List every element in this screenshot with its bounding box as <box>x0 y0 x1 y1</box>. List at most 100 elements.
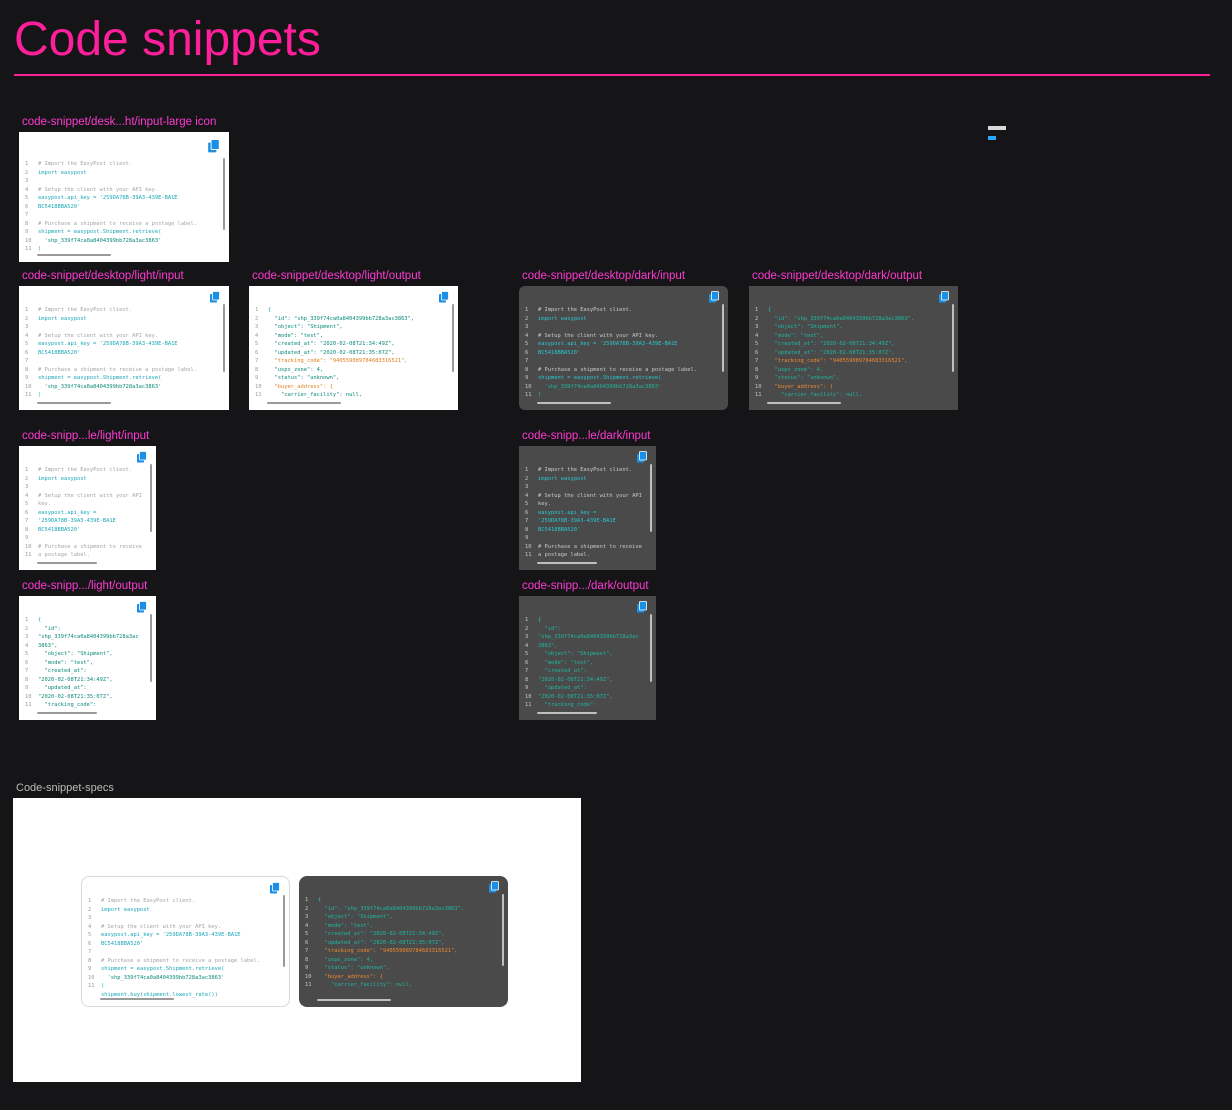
line-number: 6 <box>755 349 759 356</box>
frame-label-large-icon[interactable]: code-snippet/desk...ht/input-large icon <box>22 116 216 128</box>
horizontal-scrollbar[interactable] <box>767 402 841 404</box>
code-line: 10 'shp_339f74ca0a8404399bb728a3ac3863' <box>525 383 714 392</box>
horizontal-scrollbar[interactable] <box>37 254 111 256</box>
code-lines[interactable]: 1{2 "id": 3 "shp_339f74ca0a8404399bb728a3a… <box>25 616 142 710</box>
code-snippet-spec-light-input[interactable]: 1 # Import the EasyPost client. 2 import ea… <box>81 876 290 1007</box>
horizontal-scrollbar[interactable] <box>317 999 391 1001</box>
horizontal-scrollbar[interactable] <box>537 402 611 404</box>
code-snippet-desktop-dark-output[interactable]: 1{2 "id": "shp_339f74ca0a8404399bb728a3a… <box>749 286 958 410</box>
code-snippet-desktop-light-input[interactable]: 1 # Import the EasyPost client. 2 import ea… <box>19 286 229 410</box>
code-lines[interactable]: 1 # Import the EasyPost client. 2 import ea… <box>25 160 215 254</box>
line-number: 10 <box>305 973 312 980</box>
line-number: 5 <box>25 195 29 201</box>
vertical-scrollbar[interactable] <box>150 464 152 532</box>
code-snippet-desktop-light-output[interactable]: 1{2 "id": "shp_339f74ca0a8404399bb728a3a… <box>249 286 458 410</box>
code-line: 8 BC5418BBA520' <box>25 526 142 535</box>
copy-icon[interactable] <box>636 451 648 463</box>
horizontal-scrollbar[interactable] <box>37 562 97 564</box>
frame-label-specs[interactable]: Code-snippet-specs <box>16 782 114 794</box>
copy-icon[interactable] <box>269 882 281 894</box>
code-line: 2 "id": "shp_339f74ca0a8404399bb728a3ac3… <box>255 315 444 324</box>
code-text: easypost.api_key = '259DA78B-39A3-439E-B… <box>538 341 678 347</box>
vertical-scrollbar[interactable] <box>650 464 652 532</box>
line-number: 8 <box>755 366 759 373</box>
code-snippet-mobile-light-input[interactable]: 1 # Import the EasyPost client. 2 import ea… <box>19 446 156 570</box>
code-text: "created_at": "2020-02-08T21:34:49Z", <box>268 341 395 347</box>
code-text: "buyer_address": { <box>268 383 333 390</box>
frame-label-desktop-light-input[interactable]: code-snippet/desktop/light/input <box>22 270 184 282</box>
copy-icon[interactable] <box>438 291 450 303</box>
code-snippet-desktop-dark-input[interactable]: 1 # Import the EasyPost client. 2 import ea… <box>519 286 728 410</box>
code-line: 1{ <box>305 896 494 905</box>
frame-label-desktop-light-output[interactable]: code-snippet/desktop/light/output <box>252 270 421 282</box>
frame-label-desktop-dark-output[interactable]: code-snippet/desktop/dark/output <box>752 270 922 282</box>
frame-label-mobile-dark-input[interactable]: code-snipp...le/dark/input <box>522 430 651 442</box>
code-text: 3863", <box>538 642 558 649</box>
code-lines[interactable]: 1 # Import the EasyPost client. 2 import ea… <box>525 306 714 400</box>
vertical-scrollbar[interactable] <box>223 304 225 372</box>
copy-icon[interactable] <box>209 291 221 303</box>
line-number: 7 <box>305 948 309 954</box>
line-number: 1 <box>305 897 309 903</box>
horizontal-scrollbar[interactable] <box>537 562 597 564</box>
line-number: 1 <box>525 617 529 623</box>
frame-label-mobile-dark-output[interactable]: code-snipp.../dark/output <box>522 580 649 592</box>
horizontal-scrollbar[interactable] <box>100 998 174 1000</box>
vertical-scrollbar[interactable] <box>952 304 954 372</box>
code-snippet-mobile-dark-output[interactable]: 1{2 "id": 3 "shp_339f74ca0a8404399bb728a3a… <box>519 596 656 720</box>
horizontal-scrollbar[interactable] <box>537 712 597 714</box>
vertical-scrollbar[interactable] <box>223 158 225 230</box>
horizontal-scrollbar[interactable] <box>267 402 341 404</box>
code-text: "2020-02-08T21:35:07Z", <box>538 693 613 700</box>
code-lines[interactable]: 1 # Import the EasyPost client. 2 import ea… <box>25 306 215 400</box>
vertical-scrollbar[interactable] <box>452 304 454 372</box>
line-number: 11 <box>525 702 532 708</box>
copy-icon[interactable] <box>136 451 148 463</box>
code-snippet-mobile-light-output[interactable]: 1{2 "id": 3 "shp_339f74ca0a8404399bb728a3a… <box>19 596 156 720</box>
code-text: "tracking_code": "940559089784683316521"… <box>768 358 908 364</box>
code-line: 3 "shp_339f74ca0a8404399bb728a3ac <box>25 633 142 642</box>
code-lines[interactable]: 1 # Import the EasyPost client. 2 import ea… <box>88 897 275 999</box>
code-lines[interactable]: 1 # Import the EasyPost client. 2 import ea… <box>525 466 642 560</box>
code-lines[interactable]: 1{2 "id": "shp_339f74ca0a8404399bb728a3a… <box>305 896 494 990</box>
code-text: "mode": "test", <box>38 659 94 666</box>
copy-icon[interactable] <box>136 601 148 613</box>
line-number: 5 <box>525 651 529 657</box>
vertical-scrollbar[interactable] <box>502 894 504 966</box>
code-text: import easypost <box>538 475 587 482</box>
code-snippet-spec-dark-output[interactable]: 1{2 "id": "shp_339f74ca0a8404399bb728a3a… <box>299 876 508 1007</box>
code-snippet-mobile-dark-input[interactable]: 1 # Import the EasyPost client. 2 import ea… <box>519 446 656 570</box>
copy-icon[interactable] <box>938 291 950 303</box>
copy-icon[interactable] <box>488 881 500 893</box>
vertical-scrollbar[interactable] <box>150 614 152 682</box>
code-line: 5 "object": "Shipment", <box>25 650 142 659</box>
line-number: 11 <box>88 983 95 989</box>
frame-label-desktop-dark-input[interactable]: code-snippet/desktop/dark/input <box>522 270 685 282</box>
horizontal-scrollbar[interactable] <box>37 712 97 714</box>
line-number: 10 <box>25 237 32 244</box>
code-lines[interactable]: 1{2 "id": "shp_339f74ca0a8404399bb728a3a… <box>755 306 944 400</box>
line-number: 1 <box>25 617 29 623</box>
code-text: # Setup the client with your API key. <box>38 186 159 193</box>
line-number: 6 <box>88 940 92 947</box>
vertical-scrollbar[interactable] <box>283 895 285 967</box>
code-snippet-large-icon[interactable]: 1 # Import the EasyPost client. 2 import ea… <box>19 132 229 262</box>
copy-icon[interactable] <box>636 601 648 613</box>
code-line: 5 easypost.api_key = '259DA78B-39A3-439E-… <box>25 194 215 203</box>
vertical-scrollbar[interactable] <box>722 304 724 372</box>
code-lines[interactable]: 1{2 "id": "shp_339f74ca0a8404399bb728a3a… <box>255 306 444 400</box>
line-number: 1 <box>525 307 529 313</box>
code-lines[interactable]: 1{2 "id": 3 "shp_339f74ca0a8404399bb728a3a… <box>525 616 642 710</box>
frame-label-mobile-light-input[interactable]: code-snipp...le/light/input <box>22 430 149 442</box>
code-line: 8 "usps_zone": 4, <box>255 366 444 375</box>
frame-label-mobile-light-output[interactable]: code-snipp.../light/output <box>22 580 147 592</box>
copy-icon[interactable] <box>708 291 720 303</box>
code-line: 3 <box>525 483 642 492</box>
vertical-scrollbar[interactable] <box>650 614 652 682</box>
horizontal-scrollbar[interactable] <box>37 402 111 404</box>
copy-icon[interactable] <box>207 138 221 154</box>
line-number: 9 <box>525 375 529 381</box>
code-text: { <box>38 617 42 623</box>
code-lines[interactable]: 1 # Import the EasyPost client. 2 import ea… <box>25 466 142 560</box>
code-line: 9 <box>25 534 142 543</box>
